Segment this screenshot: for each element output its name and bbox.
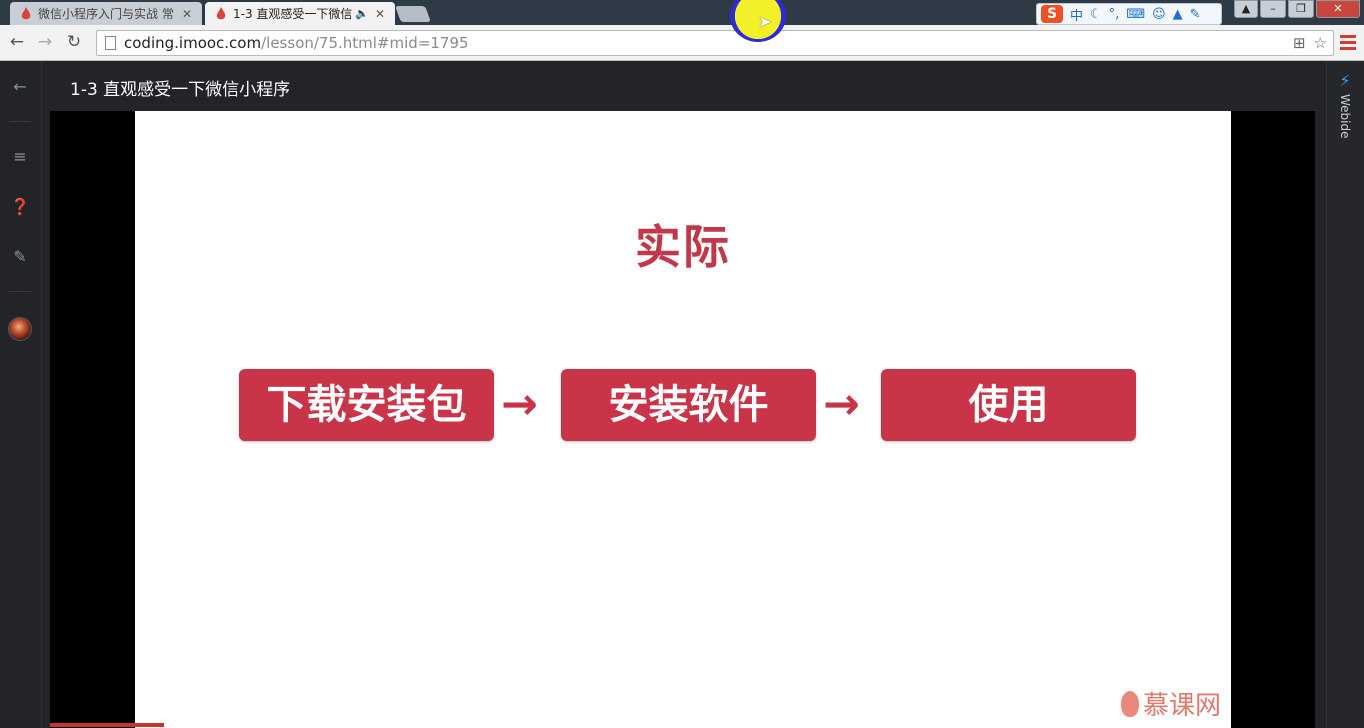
close-icon[interactable]: ✕	[373, 7, 387, 21]
tab-title: 微信小程序入门与实战 常	[38, 7, 174, 21]
keyboard-icon[interactable]: ⌨	[1126, 7, 1145, 22]
right-arrow-icon: →	[501, 379, 538, 430]
close-window-button[interactable]: ✕	[1316, 0, 1360, 18]
browser-toolbar: ← → ↻ coding.imooc.com /lesson/75.html#m…	[0, 25, 1364, 61]
user-icon[interactable]: ☺	[1152, 7, 1166, 22]
tab-title: 1-3 直观感受一下微信	[233, 7, 353, 21]
minimize-button[interactable]: –	[1260, 0, 1286, 18]
back-arrow-icon[interactable]: ←	[0, 77, 40, 96]
video-progress-bar[interactable]	[50, 723, 164, 727]
right-sidebar: ⚡ Webide	[1326, 61, 1364, 728]
translate-icon[interactable]: ⊞	[1293, 34, 1306, 52]
restore-button[interactable]: ❐	[1288, 0, 1314, 18]
star-icon[interactable]: ☆	[1314, 34, 1327, 52]
mouse-cursor-icon: ➤	[758, 12, 772, 31]
slide: 实际 下载安装包 → 安装软件 → 使用 慕课网	[135, 111, 1231, 728]
close-icon[interactable]: ✕	[180, 7, 194, 21]
pencil-icon[interactable]: ✎	[0, 247, 40, 266]
divider	[9, 291, 31, 292]
webide-label: Webide	[1338, 94, 1352, 139]
avatar[interactable]	[8, 317, 32, 341]
ime-toolbar: S 中 ☾ °, ⌨ ☺ ▲ ✎	[1036, 3, 1222, 25]
url-host: coding.imooc.com	[124, 34, 262, 52]
webide-button[interactable]: ⚡ Webide	[1326, 71, 1364, 139]
browser-tab-strip: 微信小程序入门与实战 常 ✕ 1-3 直观感受一下微信 🔈 ✕ S 中 ☾ °,…	[0, 0, 1364, 25]
back-arrow-icon[interactable]: ←	[6, 31, 28, 53]
brand-logo: 慕课网	[1120, 685, 1221, 722]
forward-arrow-icon[interactable]: →	[34, 31, 56, 53]
slide-title: 实际	[635, 220, 731, 274]
page-title: 1-3 直观感受一下微信小程序	[70, 80, 291, 100]
step-use: 使用	[881, 369, 1136, 441]
flame-icon	[21, 6, 31, 19]
left-sidebar: ← ≡ ❓ ✎	[0, 61, 42, 728]
url-path: /lesson/75.html#mid=1795	[261, 34, 469, 52]
question-icon[interactable]: ❓	[0, 197, 40, 216]
video-player[interactable]: 实际 下载安装包 → 安装软件 → 使用 慕课网	[50, 111, 1315, 728]
wrench-icon[interactable]: ✎	[1190, 7, 1201, 22]
tab-active[interactable]: 1-3 直观感受一下微信 🔈 ✕	[205, 2, 395, 25]
punctuation-icon[interactable]: °,	[1109, 7, 1120, 22]
page-icon	[105, 36, 116, 50]
address-bar[interactable]: coding.imooc.com /lesson/75.html#mid=179…	[96, 30, 1334, 56]
sogou-logo-icon[interactable]: S	[1041, 5, 1063, 23]
shirt-icon[interactable]: ▲	[1173, 7, 1183, 22]
divider	[9, 121, 31, 122]
bolt-icon: ⚡	[1339, 71, 1351, 90]
lesson-page: ← ≡ ❓ ✎ 1-3 直观感受一下微信小程序 实际 下载安装包 → 安装软件 …	[0, 61, 1364, 728]
ime-language[interactable]: 中	[1070, 5, 1083, 24]
brand-name: 慕课网	[1142, 691, 1221, 721]
moon-icon[interactable]: ☾	[1090, 7, 1102, 22]
step-download: 下载安装包	[239, 369, 494, 441]
profile-icon[interactable]: ▲	[1234, 0, 1258, 18]
reload-icon[interactable]: ↻	[63, 31, 85, 53]
flame-icon	[216, 6, 226, 19]
list-icon[interactable]: ≡	[0, 147, 40, 166]
speaker-icon[interactable]: 🔈	[355, 7, 369, 20]
tab-inactive[interactable]: 微信小程序入门与实战 常 ✕	[10, 2, 202, 25]
window-controls: ▲ – ❐ ✕	[1234, 0, 1360, 18]
new-tab-button[interactable]	[395, 6, 431, 22]
step-install: 安装软件	[561, 369, 816, 441]
right-arrow-icon: →	[823, 379, 860, 430]
flame-icon	[1120, 690, 1139, 717]
menu-icon[interactable]	[1340, 31, 1356, 53]
